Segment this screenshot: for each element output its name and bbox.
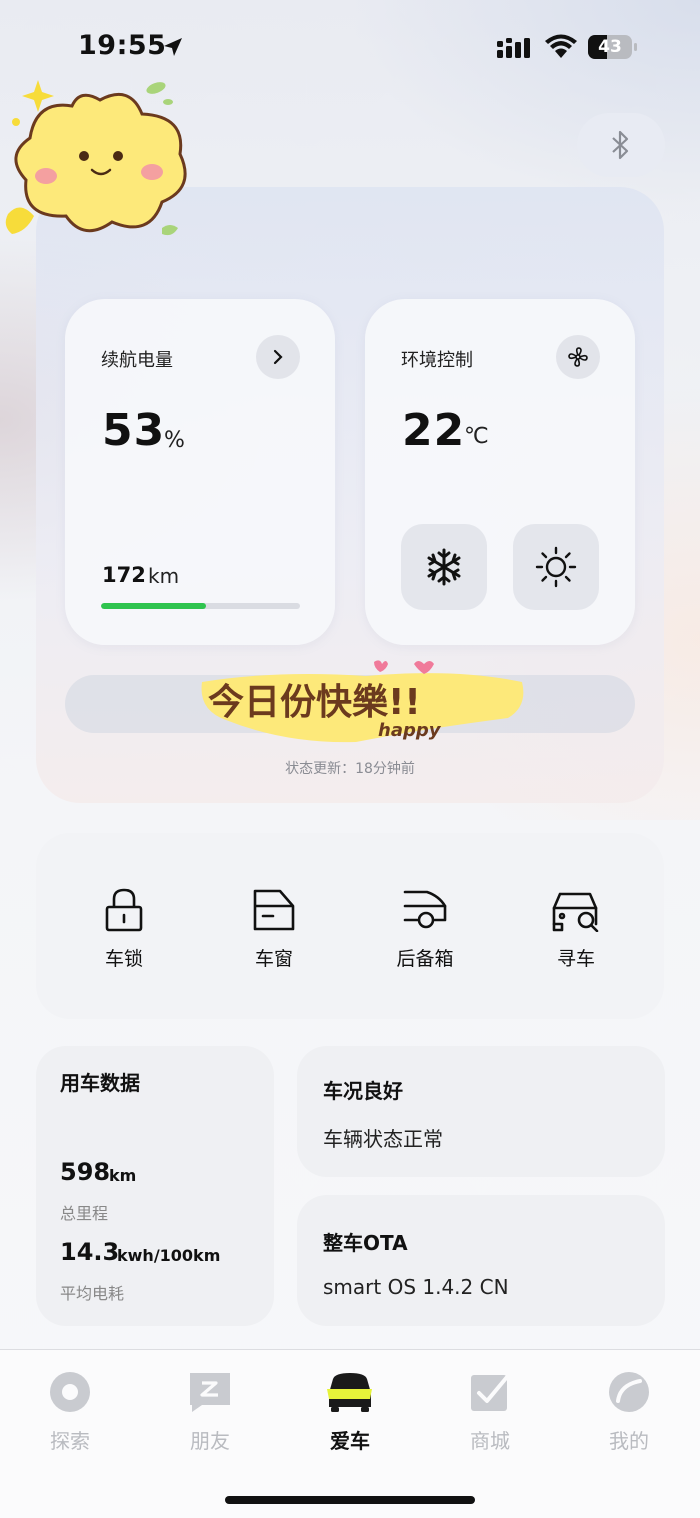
cellular-signal-icon bbox=[497, 38, 530, 58]
battery-percent-unit: % bbox=[164, 428, 185, 453]
sticker-main-text: 今日份快樂!! bbox=[208, 682, 421, 723]
tab-my-car[interactable]: 爱车 bbox=[300, 1368, 400, 1458]
tab-shop[interactable]: 商城 bbox=[440, 1368, 540, 1458]
tab-profile[interactable]: 我的 bbox=[579, 1368, 679, 1458]
range-detail-button[interactable] bbox=[256, 335, 300, 379]
quick-action-label: 车窗 bbox=[254, 948, 293, 970]
vehicle-condition-card[interactable] bbox=[297, 1046, 665, 1177]
happy-sticker: 今日份快樂!! happy bbox=[201, 660, 524, 743]
cooling-button[interactable] bbox=[401, 524, 487, 610]
ota-update-card[interactable] bbox=[297, 1195, 665, 1326]
tab-explore[interactable]: 探索 bbox=[20, 1368, 120, 1458]
fan-button[interactable] bbox=[556, 335, 600, 379]
quick-action-window[interactable]: 车窗 bbox=[214, 880, 334, 980]
avg-consumption-value: 14.3 bbox=[60, 1238, 120, 1266]
temperature-unit: ℃ bbox=[464, 424, 489, 449]
battery-percent-value: 53 bbox=[102, 405, 166, 456]
avg-consumption-unit: kwh/100km bbox=[117, 1246, 221, 1265]
status-time: 19:55 bbox=[78, 30, 167, 61]
range-unit: km bbox=[148, 564, 180, 588]
bluetooth-button[interactable] bbox=[577, 113, 665, 177]
lock-icon bbox=[105, 888, 143, 932]
trunk-icon bbox=[403, 890, 447, 929]
quick-action-label: 后备箱 bbox=[396, 948, 454, 970]
chevron-right-icon bbox=[273, 349, 283, 365]
temperature-value: 22 bbox=[402, 405, 466, 456]
quick-action-label: 车锁 bbox=[104, 948, 143, 970]
find-car-icon bbox=[552, 892, 599, 932]
range-progress-fill bbox=[101, 603, 207, 609]
quick-action-lock[interactable]: 车锁 bbox=[64, 880, 184, 980]
quick-action-find-car[interactable]: 寻车 bbox=[516, 880, 636, 980]
condition-title: 车况良好 bbox=[323, 1079, 403, 1103]
tab-friends[interactable]: 朋友 bbox=[160, 1368, 260, 1458]
home-indicator bbox=[225, 1496, 475, 1504]
tab-label: 我的 bbox=[609, 1429, 649, 1453]
bluetooth-icon bbox=[612, 130, 629, 160]
tab-label: 探索 bbox=[50, 1429, 90, 1453]
quick-action-trunk[interactable]: 后备箱 bbox=[365, 880, 485, 980]
total-mileage-label: 总里程 bbox=[60, 1204, 109, 1223]
status-update-time: 状态更新：18分钟前 bbox=[285, 761, 415, 777]
tab-label: 爱车 bbox=[330, 1429, 370, 1453]
condition-subtitle: 车辆状态正常 bbox=[323, 1127, 443, 1151]
climate-card-title: 环境控制 bbox=[401, 350, 473, 371]
total-mileage-value: 598 bbox=[60, 1158, 111, 1186]
sun-icon bbox=[535, 546, 577, 588]
ota-title: 整车OTA bbox=[323, 1231, 408, 1255]
battery-percent: 43 bbox=[598, 37, 622, 57]
usage-card-title: 用车数据 bbox=[60, 1071, 140, 1095]
sticker-sub-text: happy bbox=[378, 720, 442, 741]
ota-subtitle: smart OS 1.4.2 CN bbox=[323, 1275, 509, 1299]
tab-label: 朋友 bbox=[190, 1429, 230, 1453]
car-icon bbox=[327, 1373, 372, 1412]
total-mileage-unit: km bbox=[109, 1166, 137, 1185]
wifi-icon bbox=[545, 34, 577, 58]
avg-consumption-label: 平均电耗 bbox=[60, 1284, 125, 1303]
explore-icon bbox=[50, 1372, 90, 1412]
range-card-title: 续航电量 bbox=[101, 350, 173, 371]
quick-action-label: 寻车 bbox=[556, 948, 595, 970]
snowflake-icon bbox=[427, 548, 461, 586]
shop-icon bbox=[471, 1375, 509, 1411]
range-value: 172 bbox=[102, 563, 146, 587]
flower-sticker bbox=[5, 80, 187, 236]
location-arrow-icon bbox=[164, 38, 182, 56]
car-window-icon bbox=[253, 889, 295, 931]
battery-indicator: 43 bbox=[588, 35, 637, 59]
tab-label: 商城 bbox=[470, 1429, 510, 1453]
range-progress-bar bbox=[101, 603, 300, 609]
friends-icon bbox=[190, 1373, 230, 1412]
profile-icon bbox=[609, 1372, 649, 1412]
fan-icon bbox=[568, 347, 588, 367]
heating-button[interactable] bbox=[513, 524, 599, 610]
